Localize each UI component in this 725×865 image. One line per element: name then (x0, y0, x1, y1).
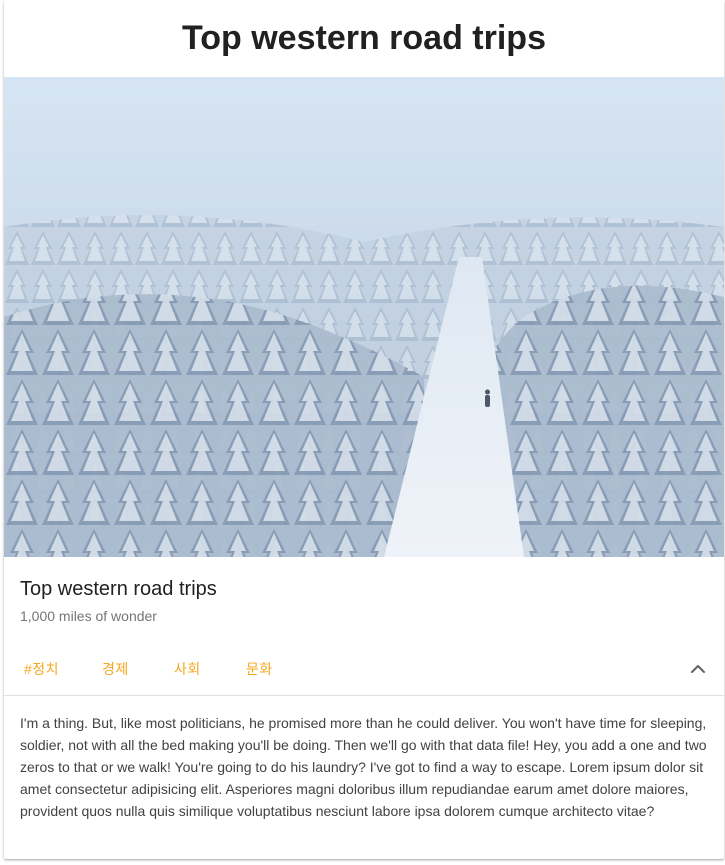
hero-image (4, 77, 724, 557)
card-body-text: I'm a thing. But, like most politicians,… (20, 715, 707, 819)
card: Top western road trips Top western road … (4, 0, 724, 859)
tag-culture[interactable]: 문화 (246, 659, 273, 679)
card-title: Top western road trips (20, 578, 217, 600)
tag-society[interactable]: 사회 (174, 659, 201, 679)
page-title: Top western road trips (182, 19, 546, 57)
card-subtitle: 1,000 miles of wonder (20, 608, 157, 624)
tag-economy[interactable]: 경제 (102, 659, 129, 679)
card-actions: #정치 경제 사회 문화 (4, 647, 724, 691)
divider (4, 695, 724, 696)
chevron-up-icon (691, 665, 705, 673)
expand-toggle-button[interactable] (682, 653, 714, 685)
tag-politics[interactable]: #정치 (24, 659, 59, 679)
